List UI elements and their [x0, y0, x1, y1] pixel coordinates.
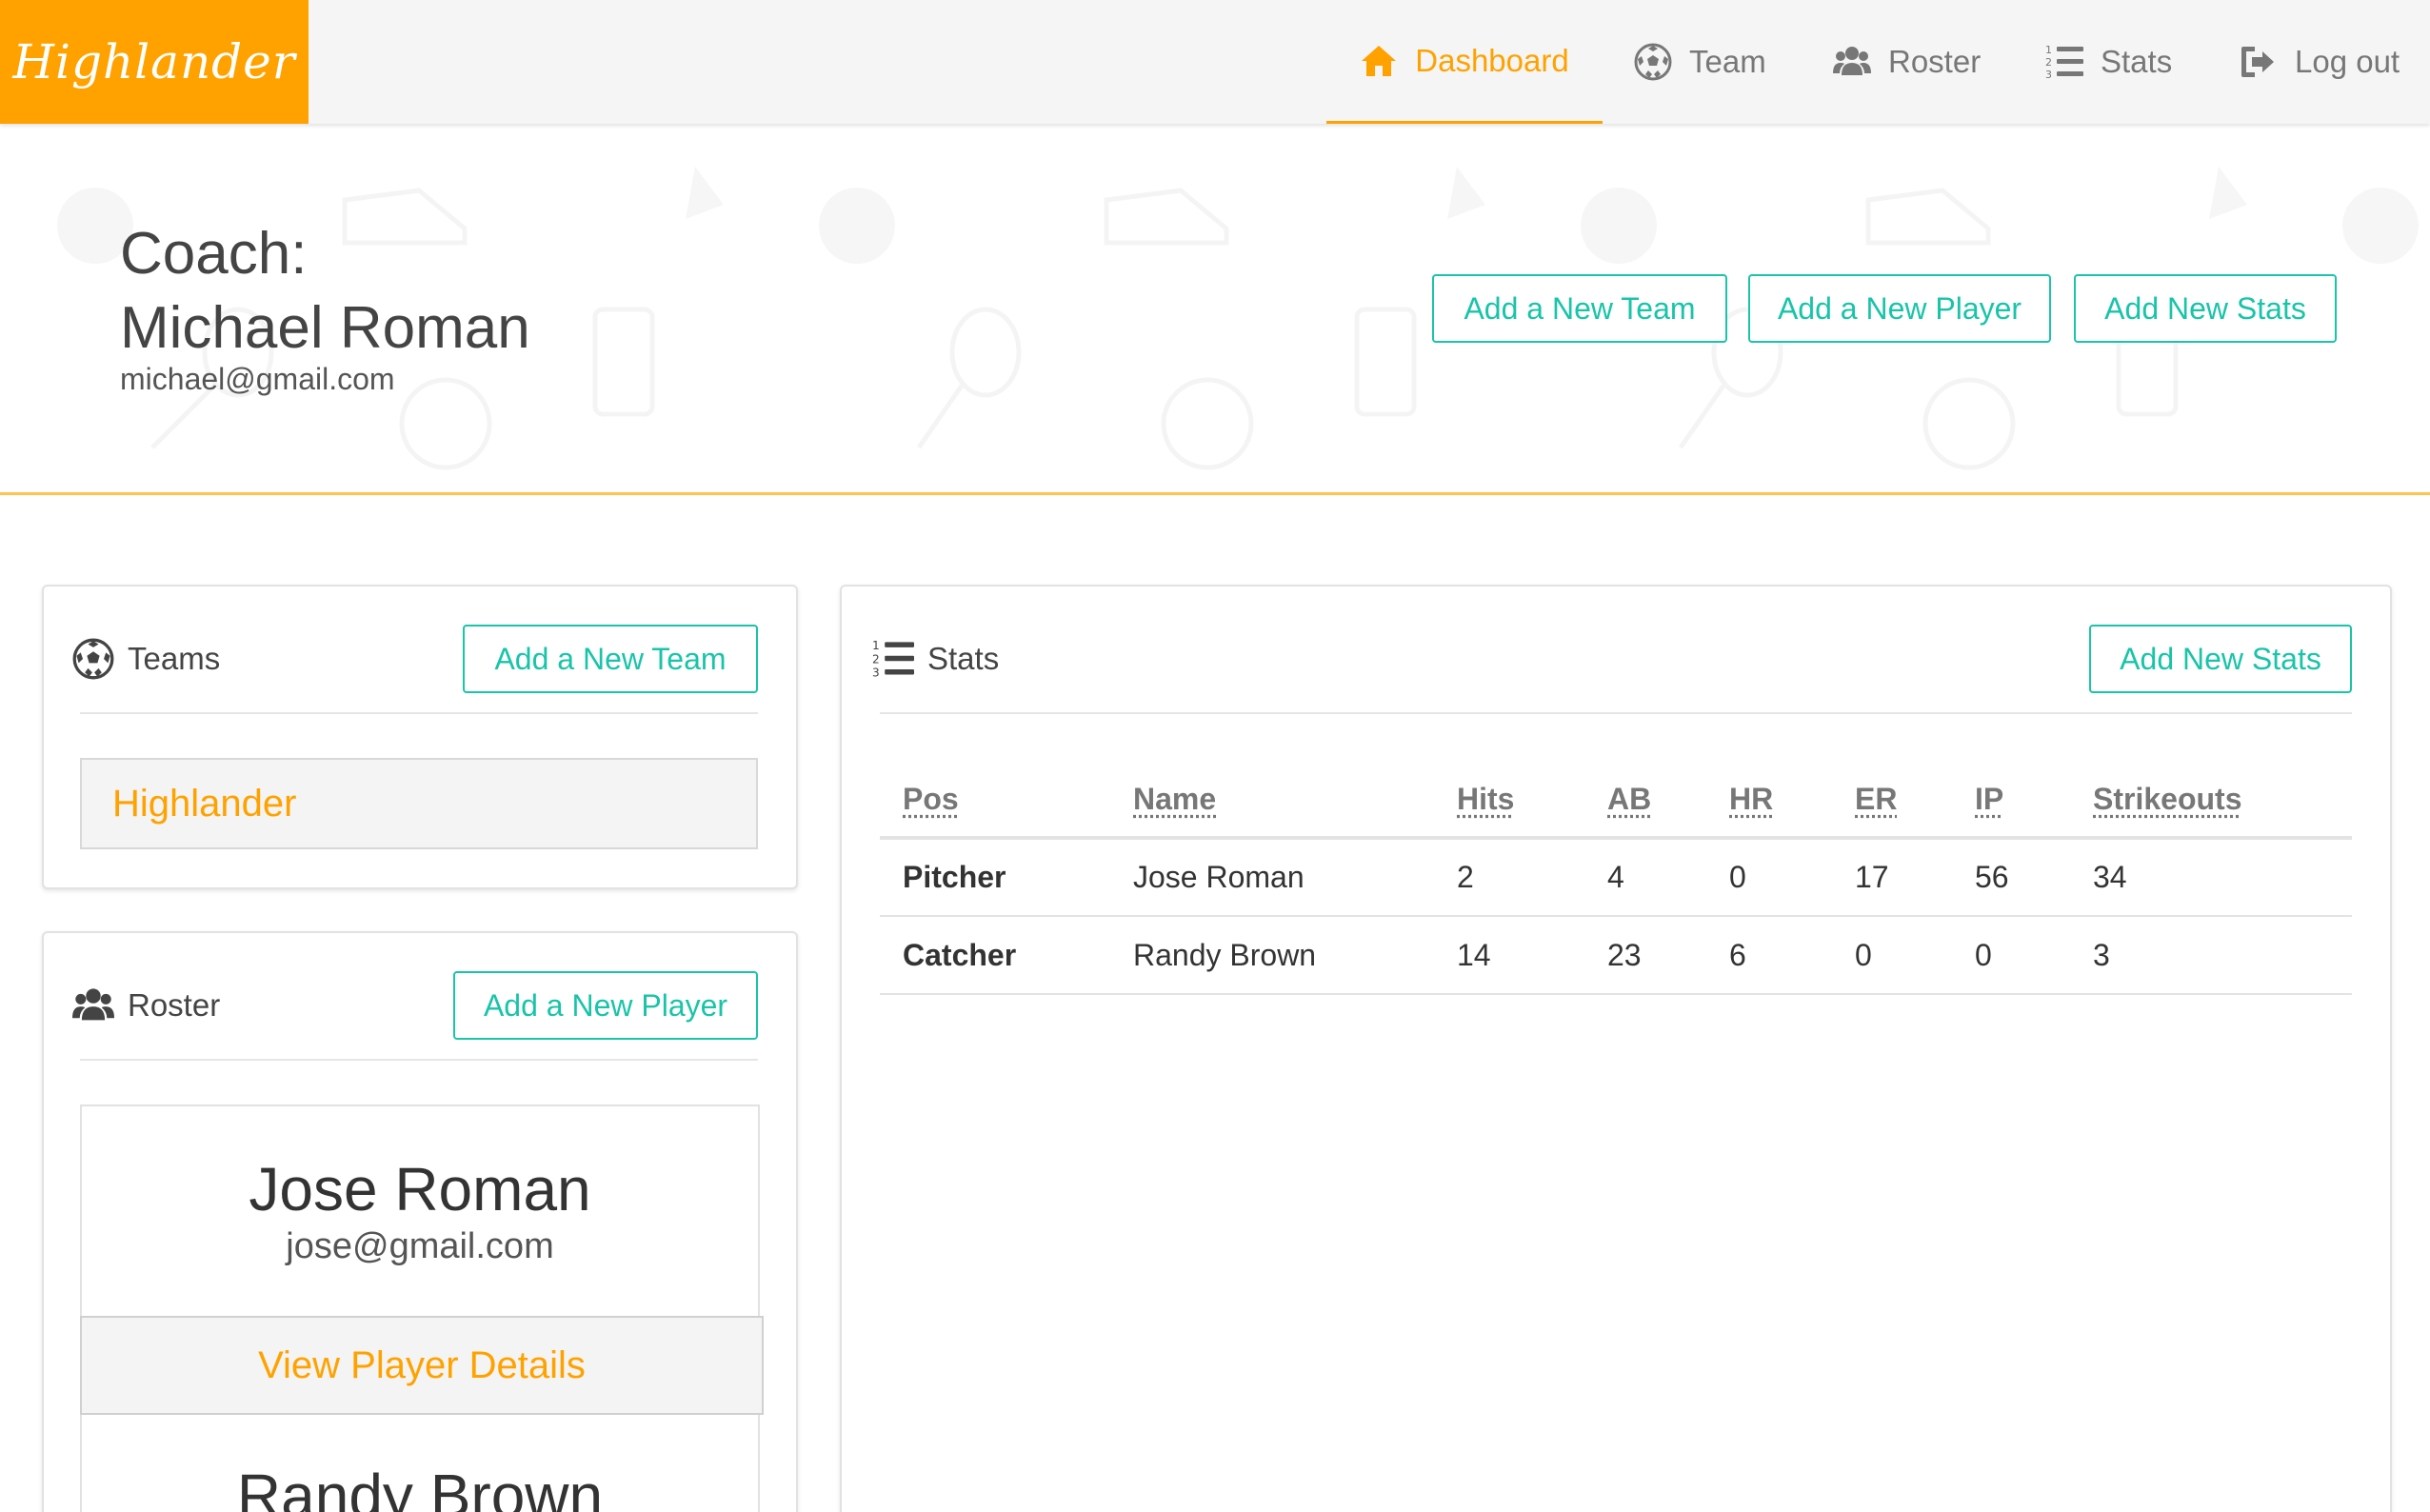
teams-panel-header: Teams	[72, 638, 220, 680]
player-email: jose@gmail.com	[286, 1226, 554, 1266]
navbar: Highlander Dashboard Team Roster 123 Sta…	[0, 0, 2430, 124]
nav-label-logout: Log out	[2295, 44, 2400, 79]
column-header-name[interactable]: Name	[1110, 762, 1434, 840]
cell-ab: 23	[1584, 916, 1706, 995]
coach-heading: Coach: Michael Roman	[120, 217, 530, 366]
nav-label-team: Team	[1689, 44, 1766, 79]
coach-header: Coach: Michael Roman michael@gmail.com A…	[0, 124, 2430, 495]
cell-strikeouts: 34	[2070, 838, 2352, 917]
column-header-ab[interactable]: AB	[1584, 762, 1706, 840]
stats-table: Pos Name Hits AB HR ER IP Strikeouts Pit…	[880, 762, 2352, 995]
stats-add-stats-button[interactable]: Add New Stats	[2089, 625, 2352, 693]
cell-hits: 14	[1434, 916, 1584, 995]
soccer-ball-icon	[1634, 43, 1672, 81]
roster-panel-header: Roster	[72, 985, 220, 1026]
svg-text:2: 2	[2045, 56, 2052, 69]
cell-er: 17	[1832, 838, 1952, 917]
teams-panel-title: Teams	[128, 641, 221, 676]
teams-add-team-button[interactable]: Add a New Team	[463, 625, 758, 693]
cell-ab: 4	[1584, 838, 1706, 917]
stats-panel	[840, 585, 2392, 1512]
users-icon	[72, 988, 114, 1021]
header-add-team-button[interactable]: Add a New Team	[1432, 274, 1727, 343]
nav-item-team[interactable]: Team	[1634, 0, 1766, 124]
sign-out-icon	[2241, 47, 2274, 77]
cell-ip: 0	[1952, 916, 2070, 995]
roster-panel-title: Roster	[128, 987, 221, 1023]
view-player-details-button[interactable]: View Player Details	[80, 1316, 764, 1415]
svg-text:2: 2	[872, 652, 880, 666]
table-row: Pitcher Jose Roman 2 4 0 17 56 34	[880, 838, 2352, 917]
cell-name: Jose Roman	[1110, 838, 1434, 917]
stats-header-row: Pos Name Hits AB HR ER IP Strikeouts	[880, 762, 2352, 840]
cell-hr: 6	[1706, 916, 1832, 995]
brand-name: Highlander	[12, 34, 296, 90]
svg-text:1: 1	[872, 639, 880, 652]
team-item-highlander[interactable]: Highlander	[80, 758, 758, 849]
column-header-hr[interactable]: HR	[1706, 762, 1832, 840]
header-add-player-button[interactable]: Add a New Player	[1748, 274, 2051, 343]
roster-divider	[80, 1059, 758, 1061]
player-card: Jose Roman jose@gmail.com View Player De…	[80, 1104, 764, 1512]
stats-panel-header: 123 Stats	[872, 638, 999, 680]
header-add-stats-button[interactable]: Add New Stats	[2074, 274, 2337, 343]
player-name: Jose Roman	[249, 1155, 591, 1224]
column-header-hits[interactable]: Hits	[1434, 762, 1584, 840]
cell-hits: 2	[1434, 838, 1584, 917]
stats-divider	[880, 712, 2352, 714]
nav-item-stats[interactable]: 123 Stats	[2045, 0, 2172, 124]
table-row: Catcher Randy Brown 14 23 6 0 0 3	[880, 916, 2352, 995]
nav-item-logout[interactable]: Log out	[2240, 0, 2400, 124]
svg-text:1: 1	[2045, 44, 2052, 56]
home-icon	[1362, 45, 1397, 76]
cell-strikeouts: 3	[2070, 916, 2352, 995]
stats-panel-title: Stats	[927, 641, 1000, 676]
roster-add-player-button[interactable]: Add a New Player	[453, 971, 758, 1040]
column-header-ip[interactable]: IP	[1952, 762, 2070, 840]
cell-pos: Catcher	[880, 916, 1110, 995]
numbered-list-icon: 123	[2045, 44, 2083, 81]
coach-name: Michael Roman	[120, 295, 530, 361]
svg-text:3: 3	[872, 666, 880, 680]
player-name: Randy Brown	[236, 1462, 604, 1512]
nav-label-dashboard: Dashboard	[1415, 42, 1569, 78]
cell-pos: Pitcher	[880, 838, 1110, 917]
svg-text:3: 3	[2045, 69, 2052, 81]
nav-item-roster[interactable]: Roster	[1833, 0, 1981, 124]
soccer-ball-icon	[72, 638, 114, 680]
nav-item-dashboard[interactable]: Dashboard	[1326, 0, 1603, 124]
users-icon	[1833, 47, 1871, 75]
column-header-er[interactable]: ER	[1832, 762, 1952, 840]
nav-label-roster: Roster	[1888, 44, 1982, 79]
brand-logo[interactable]: Highlander	[0, 0, 309, 124]
cell-hr: 0	[1706, 838, 1832, 917]
cell-name: Randy Brown	[1110, 916, 1434, 995]
cell-er: 0	[1832, 916, 1952, 995]
teams-divider	[80, 712, 758, 714]
column-header-strikeouts[interactable]: Strikeouts	[2070, 762, 2352, 840]
numbered-list-icon: 123	[872, 639, 914, 680]
coach-email: michael@gmail.com	[120, 362, 395, 396]
column-header-pos[interactable]: Pos	[880, 762, 1110, 840]
cell-ip: 56	[1952, 838, 2070, 917]
nav-label-stats: Stats	[2101, 44, 2173, 79]
coach-label: Coach:	[120, 221, 308, 287]
